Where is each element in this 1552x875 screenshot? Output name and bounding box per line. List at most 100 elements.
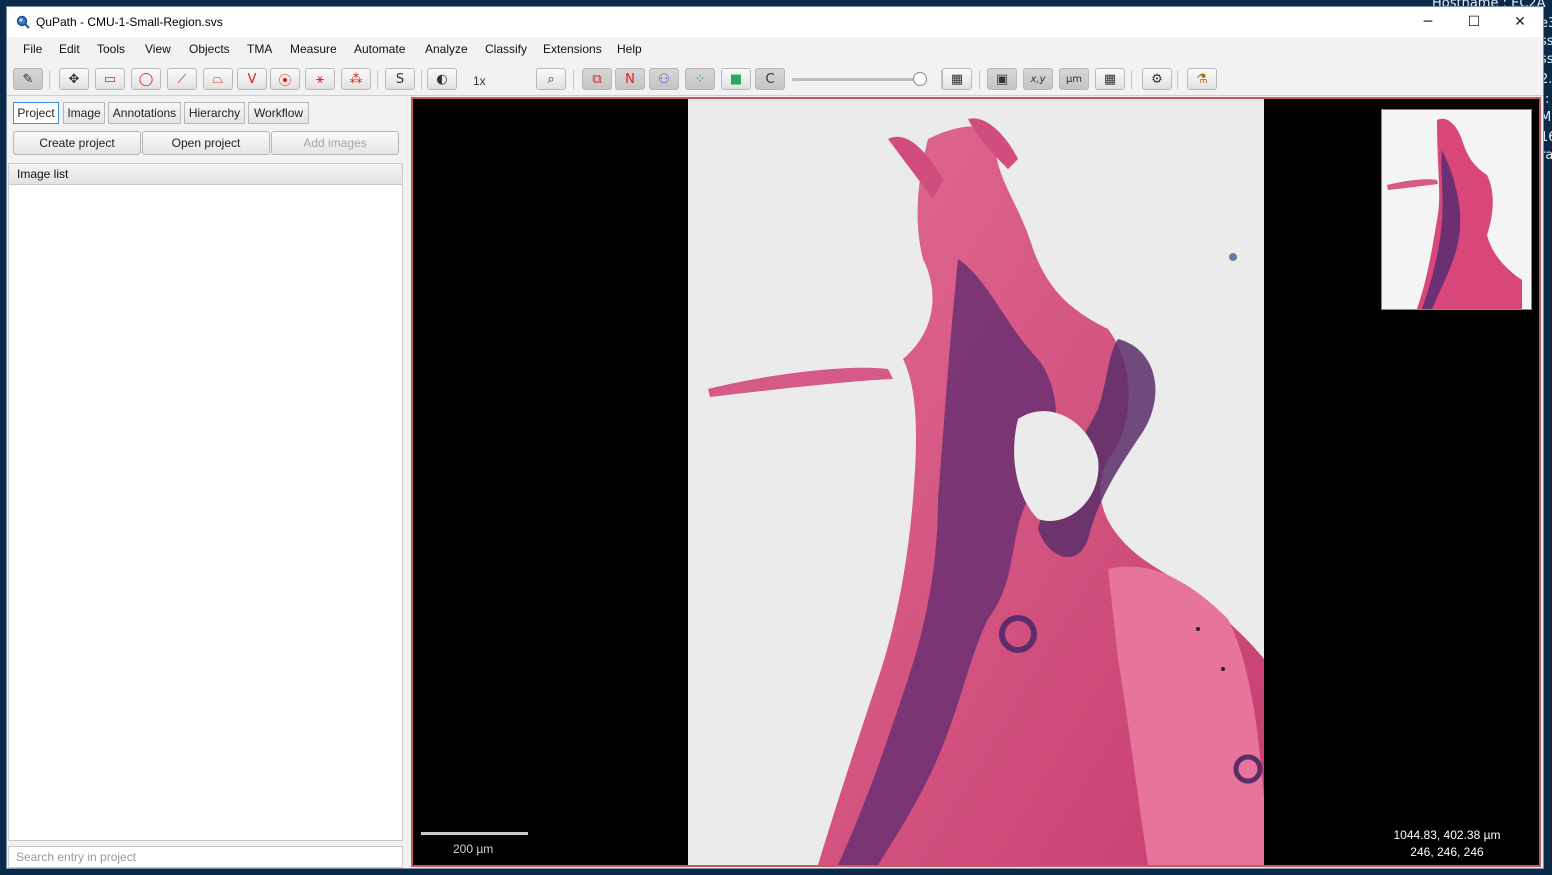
toolbar-separator xyxy=(979,70,980,90)
show-detections-button[interactable]: ⁘ xyxy=(685,68,715,90)
menu-tma[interactable]: TMA xyxy=(247,42,272,56)
grid-toggle-icon: ▦ xyxy=(1103,71,1117,87)
scalebar-label: 200 µm xyxy=(453,842,494,856)
tissue-image xyxy=(708,118,1264,865)
qupath-app-icon xyxy=(16,15,30,29)
selection-mode-button[interactable]: S xyxy=(385,68,415,90)
grid-toggle-button[interactable]: ▦ xyxy=(1095,68,1125,90)
polyline-tool-button[interactable]: V xyxy=(237,68,267,90)
menu-classify[interactable]: Classify xyxy=(485,42,527,56)
overview-thumbnail[interactable] xyxy=(1381,109,1532,310)
show-tma-grid-button[interactable]: ⚇ xyxy=(649,68,679,90)
ellipse-tool-button[interactable]: ◯ xyxy=(131,68,161,90)
rectangle-tool-icon: ▭ xyxy=(103,71,117,87)
menu-measure[interactable]: Measure xyxy=(290,42,337,56)
opacity-slider-thumb[interactable] xyxy=(913,72,927,86)
toolbar-separator xyxy=(49,70,50,90)
project-search-input[interactable]: Search entry in project xyxy=(8,846,403,868)
tab-image[interactable]: Image xyxy=(63,102,105,124)
scalebar-toggle-button[interactable]: μm xyxy=(1059,68,1089,90)
menu-extensions[interactable]: Extensions xyxy=(543,42,602,56)
ellipse-tool-icon: ◯ xyxy=(138,71,154,87)
cursor-location-button[interactable]: x,y xyxy=(1023,68,1053,90)
brightness-contrast-icon: ◐ xyxy=(436,71,448,87)
window-title: QuPath - CMU-1-Small-Region.svs xyxy=(36,15,223,29)
add-images-button[interactable]: Add images xyxy=(271,131,399,155)
points-tool-button[interactable]: ⁂ xyxy=(341,68,371,90)
open-project-button[interactable]: Open project xyxy=(142,131,270,155)
image-viewer[interactable]: 200 µm 1044.83, 402.38 µm 246, 246, 246 xyxy=(411,97,1541,867)
zoom-level: 1x xyxy=(473,74,486,88)
scalebar-toggle-icon: μm xyxy=(1065,73,1083,85)
fill-detections-icon: ■ xyxy=(729,71,743,87)
tab-annotations[interactable]: Annotations xyxy=(108,102,181,124)
show-annotations-button[interactable]: ⧉ xyxy=(582,68,612,90)
tab-project[interactable]: Project xyxy=(13,102,59,124)
title-bar[interactable]: QuPath - CMU-1-Small-Region.svs ─ ☐ ✕ xyxy=(7,7,1543,37)
preferences-icon: ⚙ xyxy=(1151,71,1163,87)
image-list[interactable] xyxy=(8,185,403,841)
zoom-icon: ⌕ xyxy=(547,71,555,87)
brush-tool-icon: ⦿ xyxy=(278,73,292,89)
menu-file[interactable]: File xyxy=(23,42,42,56)
line-tool-button[interactable]: ⟋ xyxy=(167,68,197,90)
pixel-classification-label: C xyxy=(765,71,775,87)
menu-bar: File Edit Tools View Objects TMA Measure… xyxy=(7,38,1543,60)
show-annotations-icon: ⧉ xyxy=(592,71,602,87)
zoom-to-fit-button[interactable]: ⌕ xyxy=(536,68,566,90)
tab-workflow[interactable]: Workflow xyxy=(248,102,309,124)
create-project-button[interactable]: Create project xyxy=(13,131,141,155)
polyline-tool-icon: V xyxy=(247,71,257,87)
measurement-table-icon: ▦ xyxy=(950,71,964,87)
opacity-slider-track[interactable] xyxy=(792,78,920,81)
menu-edit[interactable]: Edit xyxy=(59,42,80,56)
log-viewer-button[interactable]: ⚗ xyxy=(1187,68,1217,90)
move-tool-button[interactable]: ✥ xyxy=(59,68,89,90)
points-tool-icon: ⁂ xyxy=(349,71,363,87)
menu-objects[interactable]: Objects xyxy=(189,42,230,56)
toolbar-separator xyxy=(573,70,574,90)
minimize-button[interactable]: ─ xyxy=(1405,7,1451,37)
background-text: : xyxy=(1545,92,1550,107)
overview-toggle-icon: ▣ xyxy=(995,71,1009,87)
menu-tools[interactable]: Tools xyxy=(97,42,125,56)
cursor-location-icon: x,y xyxy=(1030,73,1046,85)
measurement-table-button[interactable]: ▦ xyxy=(942,68,972,90)
pixel-classification-button[interactable]: C xyxy=(755,68,785,90)
brightness-contrast-button[interactable]: ◐ xyxy=(427,68,457,90)
scalebar xyxy=(421,832,528,835)
menu-automate[interactable]: Automate xyxy=(354,42,405,56)
cursor-location-readout: 1044.83, 402.38 µm xyxy=(1393,828,1501,842)
qupath-window: QuPath - CMU-1-Small-Region.svs ─ ☐ ✕ Fi… xyxy=(6,6,1544,869)
pixel-value-readout: 246, 246, 246 xyxy=(1410,845,1484,859)
toolbar-separator xyxy=(1177,70,1178,90)
brush-tool-button[interactable]: ⦿ xyxy=(270,68,300,90)
main-toolbar: ✎ ✥ ▭ ◯ ⟋ ⏢ V ⦿ ⚹ ⁂ S ◐ 1x ⌕ ⧉ N ⚇ ⁘ ■ C… xyxy=(7,63,1543,96)
menu-help[interactable]: Help xyxy=(617,42,642,56)
selection-mode-label: S xyxy=(395,71,405,87)
menu-view[interactable]: View xyxy=(145,42,171,56)
rectangle-tool-button[interactable]: ▭ xyxy=(95,68,125,90)
measure-ruler-button[interactable]: ✎ xyxy=(13,68,43,90)
analysis-panel: Project Image Annotations Hierarchy Work… xyxy=(7,97,407,868)
maximize-button[interactable]: ☐ xyxy=(1451,7,1497,37)
toolbar-separator xyxy=(377,70,378,90)
show-names-button[interactable]: N xyxy=(615,68,645,90)
show-tma-grid-icon: ⚇ xyxy=(658,71,670,87)
toolbar-separator xyxy=(1131,70,1132,90)
polygon-tool-button[interactable]: ⏢ xyxy=(203,68,233,90)
line-tool-icon: ⟋ xyxy=(177,71,187,87)
overview-toggle-button[interactable]: ▣ xyxy=(987,68,1017,90)
slide-image xyxy=(688,99,1264,865)
fill-detections-button[interactable]: ■ xyxy=(721,68,751,90)
wand-tool-button[interactable]: ⚹ xyxy=(305,68,335,90)
tab-hierarchy[interactable]: Hierarchy xyxy=(184,102,245,124)
move-tool-icon: ✥ xyxy=(68,71,80,87)
close-button[interactable]: ✕ xyxy=(1497,7,1543,37)
wand-tool-icon: ⚹ xyxy=(316,71,324,87)
thumbnail-image xyxy=(1387,118,1522,309)
menu-analyze[interactable]: Analyze xyxy=(425,42,468,56)
image-list-header: Image list xyxy=(8,163,403,185)
measure-ruler-icon: ✎ xyxy=(22,71,34,87)
preferences-button[interactable]: ⚙ xyxy=(1142,68,1172,90)
